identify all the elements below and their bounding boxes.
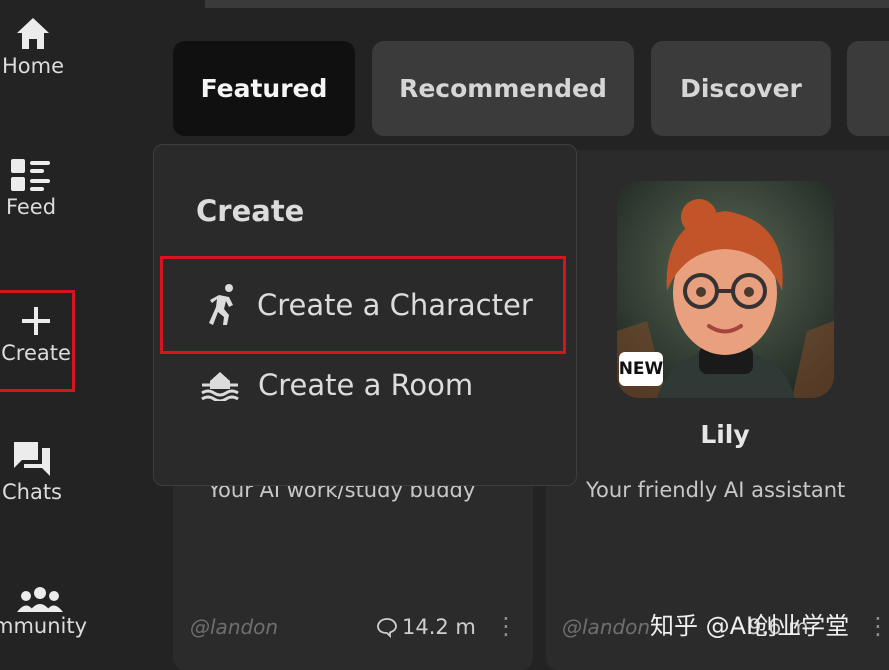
community-icon — [17, 587, 63, 612]
chat-bubble-icon — [377, 618, 397, 638]
card-author[interactable]: @landon — [562, 615, 650, 639]
sidebar-item-home[interactable]: Home — [0, 14, 68, 78]
sidebar-item-label: Create — [1, 341, 71, 365]
sidebar-item-community[interactable]: mmunity — [0, 586, 110, 638]
sidebar-item-label: Feed — [5, 195, 57, 219]
tab-featured[interactable]: Featured — [173, 41, 355, 136]
tab-more[interactable] — [847, 41, 889, 136]
sidebar-item-feed[interactable]: Feed — [0, 157, 66, 219]
dropdown-title: Create — [196, 194, 305, 228]
card-chat-count: 14.2 m — [376, 615, 476, 639]
sidebar-item-label: mmunity — [0, 614, 88, 638]
more-options-icon[interactable]: ⋮ — [866, 614, 889, 638]
home-icon — [17, 18, 49, 49]
character-name: Lily — [700, 420, 750, 449]
create-character-menu-item[interactable]: Create a Character — [160, 256, 566, 354]
watermark-text: 知乎 @AI创业学堂 — [650, 612, 850, 640]
chat-count-value: 14.2 m — [402, 615, 476, 639]
sidebar-item-create[interactable]: Create — [0, 290, 75, 392]
top-divider — [205, 0, 889, 8]
menu-item-label: Create a Character — [257, 288, 533, 322]
sidebar-item-label: Chats — [1, 480, 63, 504]
tab-discover[interactable]: Discover — [651, 41, 831, 136]
new-badge: NEW — [619, 352, 663, 386]
plus-icon — [22, 307, 50, 335]
room-icon — [201, 372, 239, 401]
sidebar: Home Feed Create Chats mmunity — [0, 0, 120, 659]
sidebar-item-chats[interactable]: Chats — [0, 438, 67, 504]
feed-icon — [11, 159, 50, 191]
create-room-menu-item[interactable]: Create a Room — [200, 365, 473, 405]
more-options-icon[interactable]: ⋮ — [494, 614, 518, 638]
sidebar-item-label: Home — [1, 54, 64, 78]
chat-icon — [14, 442, 50, 476]
tab-recommended[interactable]: Recommended — [372, 41, 634, 136]
card-description: Your friendly AI assistant — [586, 478, 846, 502]
card-author[interactable]: @landon — [190, 615, 278, 639]
menu-item-label: Create a Room — [258, 368, 474, 402]
character-icon — [209, 284, 233, 325]
